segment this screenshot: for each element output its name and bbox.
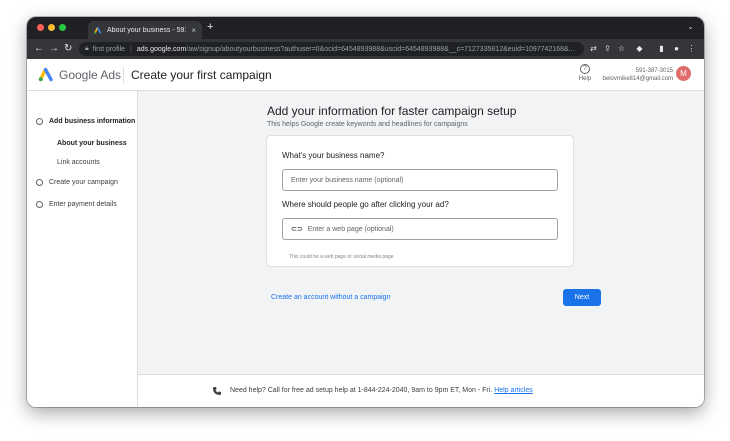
new-tab-button[interactable]: + <box>207 22 213 33</box>
back-arrow-icon[interactable]: ← <box>34 42 44 56</box>
maximize-window-dot[interactable] <box>59 24 66 31</box>
google-ads-favicon-icon <box>94 26 102 34</box>
webpage-hint: This could be a web page or social media… <box>289 254 394 260</box>
step-radio-icon <box>36 118 43 125</box>
phone-icon <box>213 387 221 395</box>
reload-icon[interactable]: ↻ <box>64 42 72 56</box>
avatar[interactable]: M <box>676 66 691 81</box>
step-radio-icon <box>36 201 43 208</box>
step-label: Enter payment details <box>49 201 117 208</box>
footer-help-text: Need help? Call for free ad setup help a… <box>230 387 533 394</box>
footer-text: Need help? Call for free ad setup help a… <box>230 387 493 394</box>
app-header: Google Ads Create your first campaign ? … <box>27 59 704 91</box>
url-path: /aw/signup/aboutyourbusiness?authuser=0&… <box>186 45 575 53</box>
translate-icon[interactable]: ⇄ <box>589 44 598 53</box>
webpage-input[interactable]: ⊂⊃ Enter a web page (optional) <box>282 218 558 240</box>
tab-close-icon[interactable]: × <box>191 26 196 35</box>
sidebar: Add business information About your busi… <box>27 91 138 407</box>
next-button[interactable]: Next <box>563 289 601 306</box>
close-window-dot[interactable] <box>37 24 44 31</box>
account-info[interactable]: 591-387-3015 belovmike814@gmail.com <box>603 67 673 83</box>
share-icon[interactable]: ⇪ <box>603 44 612 53</box>
step-label: Add business information <box>49 118 136 125</box>
url-host: ads.google.com <box>136 45 187 53</box>
address-separator: | <box>130 45 132 53</box>
main-content: Add your information for faster campaign… <box>138 91 704 374</box>
help-articles-link[interactable]: Help articles <box>494 387 533 394</box>
sidebar-step-create-your-campaign[interactable]: Create your campaign <box>36 179 118 186</box>
google-ads-logo-icon[interactable] <box>38 67 54 82</box>
help-button[interactable]: ? Help <box>576 64 594 82</box>
browser-tab[interactable]: About your business - 591-3( × <box>88 21 202 39</box>
sidebar-step-add-business-information[interactable]: Add business information <box>36 118 135 125</box>
help-footer: Need help? Call for free ad setup help a… <box>138 374 704 407</box>
step-radio-icon <box>36 179 43 186</box>
webpage-placeholder: Enter a web page (optional) <box>307 225 394 233</box>
tab-title: About your business - 591-3( <box>107 26 186 34</box>
browser-menu-icon[interactable]: ⋮ <box>687 44 696 53</box>
sidebar-step-enter-payment-details[interactable]: Enter payment details <box>36 201 117 208</box>
business-name-placeholder: Enter your business name (optional) <box>291 176 404 184</box>
business-info-card: What's your business name? Enter your bu… <box>267 136 573 266</box>
address-bar[interactable]: 🔒︎ first profile | ads.google.com /aw/si… <box>79 42 584 56</box>
sidebar-substep-link-accounts[interactable]: Link accounts <box>57 159 100 166</box>
extensions-icon[interactable]: ◆ <box>635 44 644 53</box>
browser-toolbar: ← → ↻ 🔒︎ first profile | ads.google.com … <box>27 39 704 59</box>
account-email: belovmike814@gmail.com <box>602 76 673 82</box>
business-name-input[interactable]: Enter your business name (optional) <box>282 169 558 191</box>
sidebar-substep-about-your-business[interactable]: About your business <box>57 140 127 147</box>
step-label: Create your campaign <box>49 179 118 186</box>
business-name-question: What's your business name? <box>282 151 385 160</box>
help-icon: ? <box>580 64 590 74</box>
profile-label: first profile <box>92 45 126 53</box>
form-subheading: This helps Google create keywords and he… <box>267 121 468 128</box>
minimize-window-dot[interactable] <box>48 24 55 31</box>
bookmark-star-icon[interactable]: ☆ <box>617 44 626 53</box>
forward-arrow-icon[interactable]: → <box>49 42 59 56</box>
page-title: Create your first campaign <box>131 68 272 82</box>
account-id: 591-387-3015 <box>635 68 673 74</box>
side-panel-icon[interactable]: ▮ <box>657 44 666 53</box>
profile-icon[interactable]: ● <box>672 44 681 53</box>
tab-strip: About your business - 591-3( × + ⌄ <box>27 17 704 39</box>
tab-search-chevron-icon[interactable]: ⌄ <box>687 22 694 31</box>
destination-question: Where should people go after clicking yo… <box>282 200 449 209</box>
help-label: Help <box>578 76 592 82</box>
form-heading: Add your information for faster campaign… <box>267 104 517 118</box>
link-icon: ⊂⊃ <box>291 226 303 233</box>
brand-name: Google Ads <box>59 68 122 82</box>
browser-window: About your business - 591-3( × + ⌄ ← → ↻… <box>27 17 704 407</box>
create-account-without-campaign-link[interactable]: Create an account without a campaign <box>271 294 390 301</box>
header-divider <box>123 67 124 83</box>
lock-icon: 🔒︎ <box>85 45 89 52</box>
